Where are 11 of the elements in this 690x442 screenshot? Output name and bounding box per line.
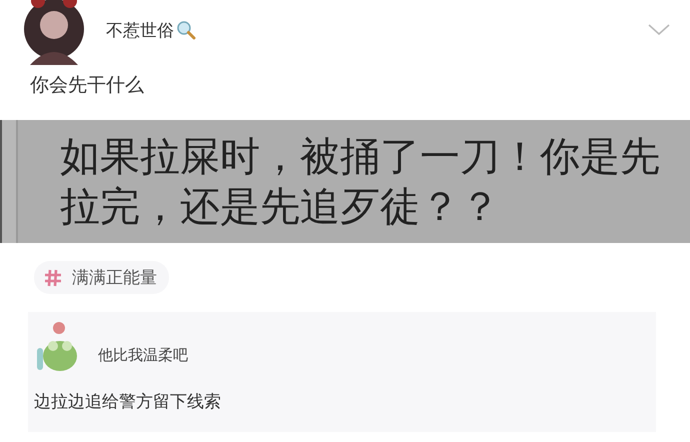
- magnifier-icon: [176, 20, 196, 40]
- post-image[interactable]: 如果拉屎时，被捅了一刀！你是先拉完，还是先追歹徒？？: [0, 120, 690, 243]
- username[interactable]: 不惹世俗: [106, 18, 174, 42]
- comment-text: 边拉边追给警方留下线索: [34, 391, 222, 413]
- topic-label: 满满正能量: [72, 267, 157, 289]
- hash-icon: [44, 268, 62, 286]
- commenter-name[interactable]: 他比我温柔吧: [98, 346, 188, 364]
- image-text: 如果拉屎时，被捅了一刀！你是先拉完，还是先追歹徒？？: [60, 133, 660, 232]
- post-text: 你会先干什么: [29, 73, 145, 98]
- topic-tag[interactable]: 满满正能量: [34, 261, 169, 294]
- chevron-down-icon[interactable]: [648, 24, 670, 36]
